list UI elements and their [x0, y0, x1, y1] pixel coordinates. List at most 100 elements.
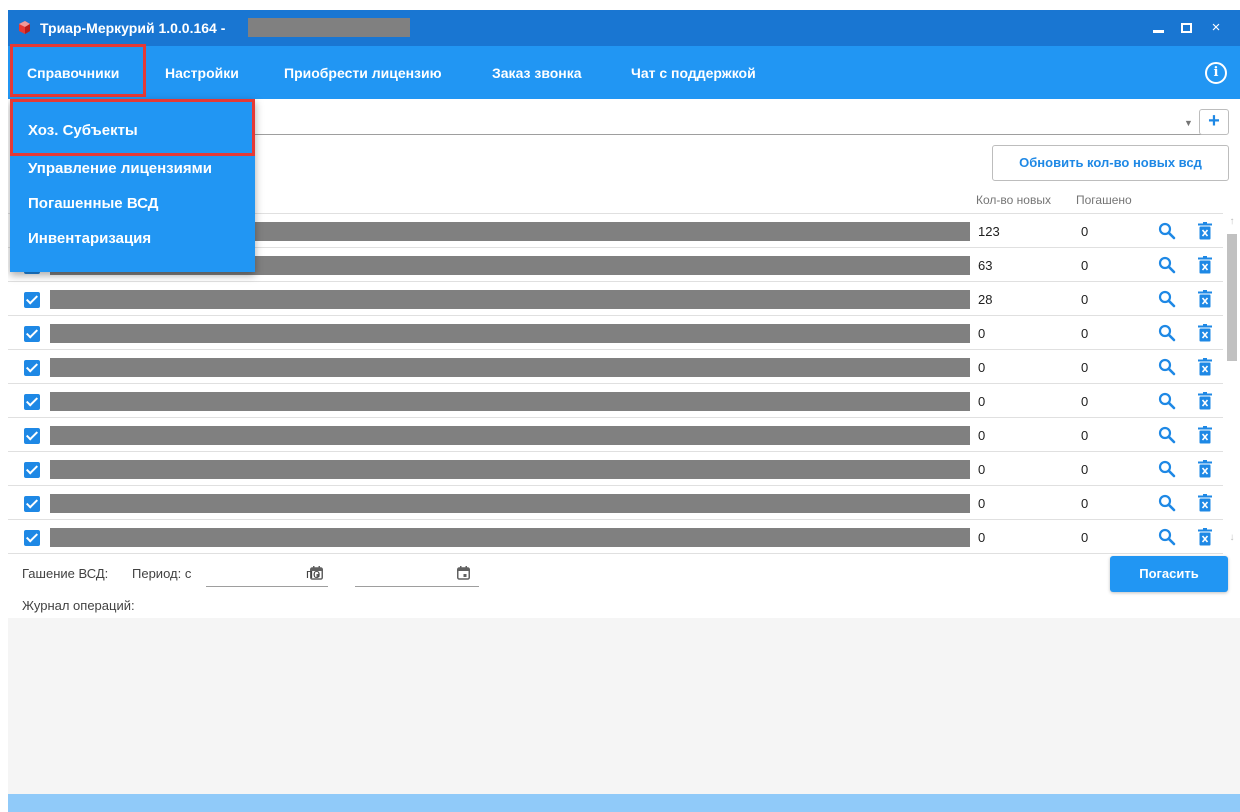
- redeem-label: Гашение ВСД:: [22, 566, 109, 581]
- redacted-subject-name: [50, 460, 970, 479]
- cell-new-count: 0: [978, 360, 986, 375]
- delete-icon[interactable]: [1198, 324, 1212, 342]
- minimize-icon: [1152, 29, 1164, 33]
- delete-icon[interactable]: [1198, 494, 1212, 512]
- maximize-icon: [1180, 23, 1192, 34]
- delete-icon[interactable]: [1198, 358, 1212, 376]
- search-icon[interactable]: [1158, 392, 1176, 410]
- column-header-paid: Погашено: [1076, 193, 1132, 207]
- redacted-subject-name: [50, 494, 970, 513]
- cell-paid-count: 0: [1081, 292, 1089, 307]
- scroll-up-icon[interactable]: ↑: [1225, 216, 1239, 227]
- table-row[interactable]: 00: [8, 520, 1223, 554]
- menu-item-settings[interactable]: Настройки: [165, 65, 239, 81]
- chevron-down-icon[interactable]: ▼: [1184, 118, 1193, 128]
- close-button[interactable]: ×: [1204, 16, 1228, 40]
- menu-item-buy-license[interactable]: Приобрести лицензию: [284, 65, 442, 81]
- search-icon[interactable]: [1158, 358, 1176, 376]
- scroll-thumb[interactable]: [1227, 234, 1237, 361]
- column-header-new: Кол-во новых: [976, 193, 1051, 207]
- redacted-subject-name: [50, 324, 970, 343]
- delete-icon[interactable]: [1198, 256, 1212, 274]
- table-row[interactable]: 00: [8, 316, 1223, 350]
- table-row[interactable]: 00: [8, 418, 1223, 452]
- cell-new-count: 28: [978, 292, 993, 307]
- operations-log[interactable]: [8, 618, 1240, 794]
- refresh-count-button[interactable]: Обновить кол-во новых всд: [992, 145, 1229, 181]
- dropdown-item-subjects[interactable]: Хоз. Субъекты: [28, 122, 138, 139]
- search-icon[interactable]: [1158, 290, 1176, 308]
- cell-paid-count: 0: [1081, 224, 1089, 239]
- scroll-down-icon[interactable]: ↓: [1225, 532, 1239, 543]
- cell-paid-count: 0: [1081, 360, 1089, 375]
- title-bar[interactable]: Триар-Меркурий 1.0.0.164 - ×: [8, 10, 1240, 46]
- cell-paid-count: 0: [1081, 428, 1089, 443]
- row-checkbox[interactable]: [24, 496, 40, 512]
- cell-new-count: 63: [978, 258, 993, 273]
- table-row[interactable]: 00: [8, 384, 1223, 418]
- delete-icon[interactable]: [1198, 528, 1212, 546]
- search-icon[interactable]: [1158, 460, 1176, 478]
- info-icon[interactable]: i: [1205, 62, 1227, 84]
- period-to-label: по: [306, 566, 321, 581]
- window-title: Триар-Меркурий 1.0.0.164 -: [40, 20, 226, 36]
- cell-new-count: 0: [978, 530, 986, 545]
- redacted-subject-name: [50, 426, 970, 445]
- search-icon[interactable]: [1158, 256, 1176, 274]
- dropdown-item-inventory[interactable]: Инвентаризация: [28, 230, 151, 247]
- cell-new-count: 0: [978, 326, 986, 341]
- row-checkbox[interactable]: [24, 326, 40, 342]
- delete-icon[interactable]: [1198, 290, 1212, 308]
- cell-paid-count: 0: [1081, 462, 1089, 477]
- redacted-title: [248, 18, 410, 37]
- row-checkbox[interactable]: [24, 530, 40, 546]
- redacted-subject-name: [50, 392, 970, 411]
- directories-dropdown: Хоз. Субъекты Управление лицензиями Пога…: [10, 99, 255, 272]
- cell-new-count: 0: [978, 496, 986, 511]
- period-from-label: Период: с: [132, 566, 192, 581]
- row-checkbox[interactable]: [24, 394, 40, 410]
- row-checkbox[interactable]: [24, 292, 40, 308]
- menu-item-order-call[interactable]: Заказ звонка: [492, 65, 582, 81]
- minimize-button[interactable]: [1146, 16, 1170, 40]
- add-button[interactable]: +: [1199, 109, 1229, 135]
- row-checkbox[interactable]: [24, 462, 40, 478]
- search-icon[interactable]: [1158, 528, 1176, 546]
- maximize-button[interactable]: [1174, 16, 1198, 40]
- calendar-icon[interactable]: [457, 566, 470, 580]
- delete-icon[interactable]: [1198, 392, 1212, 410]
- redacted-subject-name: [50, 358, 970, 377]
- row-checkbox[interactable]: [24, 360, 40, 376]
- menu-bar: Справочники Настройки Приобрести лицензи…: [8, 44, 1240, 99]
- menu-item-support-chat[interactable]: Чат с поддержкой: [631, 65, 756, 81]
- dropdown-item-redeemed-vsd[interactable]: Погашенные ВСД: [28, 195, 158, 212]
- cell-paid-count: 0: [1081, 258, 1089, 273]
- app-logo-icon: [19, 21, 30, 34]
- cell-paid-count: 0: [1081, 326, 1089, 341]
- menu-item-spravochniki[interactable]: Справочники: [27, 65, 119, 81]
- search-icon[interactable]: [1158, 426, 1176, 444]
- date-to-input[interactable]: [355, 586, 479, 587]
- search-icon[interactable]: [1158, 324, 1176, 342]
- redeem-button[interactable]: Погасить: [1110, 556, 1228, 592]
- app-window: Триар-Меркурий 1.0.0.164 - × Справочники…: [8, 10, 1240, 812]
- redacted-subject-name: [50, 528, 970, 547]
- operations-log-label: Журнал операций:: [22, 598, 135, 613]
- delete-icon[interactable]: [1198, 460, 1212, 478]
- table-row[interactable]: 00: [8, 486, 1223, 520]
- table-row[interactable]: 00: [8, 350, 1223, 384]
- date-from-input[interactable]: [206, 586, 328, 587]
- cell-new-count: 0: [978, 462, 986, 477]
- cell-new-count: 123: [978, 224, 1000, 239]
- cell-paid-count: 0: [1081, 394, 1089, 409]
- table-row[interactable]: 00: [8, 452, 1223, 486]
- dropdown-item-license-management[interactable]: Управление лицензиями: [28, 160, 212, 177]
- table-row[interactable]: 28 0: [8, 282, 1223, 316]
- delete-icon[interactable]: [1198, 222, 1212, 240]
- search-icon[interactable]: [1158, 222, 1176, 240]
- vertical-scrollbar[interactable]: ↑ ↓: [1225, 214, 1239, 549]
- search-icon[interactable]: [1158, 494, 1176, 512]
- row-checkbox[interactable]: [24, 428, 40, 444]
- delete-icon[interactable]: [1198, 426, 1212, 444]
- subject-select[interactable]: [253, 134, 1203, 135]
